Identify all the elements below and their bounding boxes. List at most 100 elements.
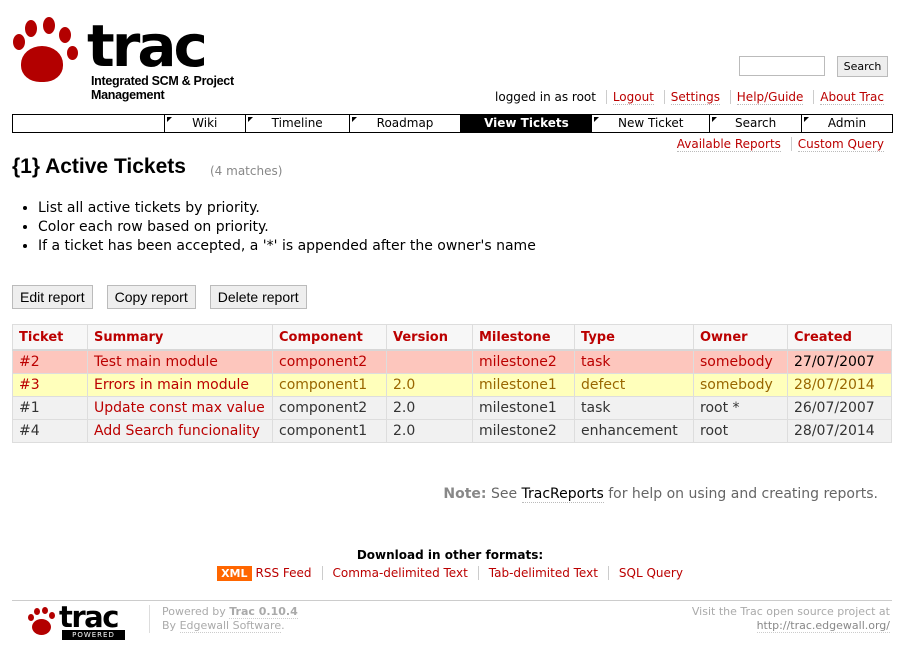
- footer-trac-logo[interactable]: trac POWERED: [28, 600, 128, 640]
- tab-view-tickets[interactable]: View Tickets: [461, 115, 593, 132]
- tab-wiki[interactable]: Wiki: [165, 115, 246, 132]
- ticket-version: 2.0: [386, 396, 473, 420]
- about-trac-link[interactable]: About Trac: [820, 90, 884, 105]
- ticket-version: 2.0: [386, 373, 473, 397]
- ticket-type: enhancement: [574, 419, 694, 443]
- paw-icon: [28, 606, 58, 638]
- note-label: Note:: [443, 486, 487, 502]
- ticket-summary-link[interactable]: Test main module: [94, 354, 218, 370]
- ticket-id-link[interactable]: #4: [19, 423, 40, 439]
- column-header-owner[interactable]: Owner: [693, 324, 788, 351]
- rss-feed-link[interactable]: RSS Feed: [256, 566, 312, 580]
- xml-badge: XML: [217, 566, 252, 581]
- ticket-id-link[interactable]: #2: [19, 354, 40, 370]
- column-header-type[interactable]: Type: [574, 324, 694, 351]
- ticket-component: component2: [272, 396, 387, 420]
- alternate-formats: Download in other formats: XML RSS Feed Co…: [0, 548, 900, 581]
- delete-report-button[interactable]: Delete report: [209, 285, 307, 309]
- tsv-link[interactable]: Tab-delimited Text: [489, 566, 598, 580]
- ticket-milestone: milestone1: [472, 373, 575, 397]
- ticket-milestone: milestone2: [472, 419, 575, 443]
- ticket-summary-link[interactable]: Update const max value: [94, 400, 265, 416]
- ticket-created: 26/07/2007: [787, 396, 892, 420]
- logo-wordmark: trac: [87, 12, 208, 80]
- ticket-id-link[interactable]: #3: [19, 377, 40, 393]
- by-text: By: [162, 619, 177, 632]
- ticket-component: component1: [272, 419, 387, 443]
- tab-timeline[interactable]: Timeline: [246, 115, 350, 132]
- table-row: #3 Errors in main module component1 2.0 …: [12, 373, 892, 397]
- description-item: Color each row based on priority.: [38, 218, 536, 237]
- column-header-version[interactable]: Version: [386, 324, 473, 351]
- ticket-created: 28/07/2014: [787, 419, 892, 443]
- main-nav-spacer: [13, 115, 165, 132]
- logo-tagline: Integrated SCM & Project Management: [91, 74, 234, 102]
- ticket-version: [386, 349, 473, 374]
- search-button[interactable]: Search: [837, 56, 888, 77]
- main-navigation: Wiki Timeline Roadmap View Tickets New T…: [12, 114, 893, 133]
- context-navigation: Available Reports Custom Query: [671, 137, 884, 152]
- ticket-id-link[interactable]: #1: [19, 400, 40, 416]
- ticket-created: 28/07/2014: [787, 373, 892, 397]
- tab-new-ticket[interactable]: New Ticket: [592, 115, 711, 132]
- help-guide-link[interactable]: Help/Guide: [736, 90, 804, 105]
- ticket-type: task: [574, 349, 694, 374]
- footer-visit: Visit the Trac open source project at ht…: [692, 605, 890, 633]
- logged-in-status: logged in as root: [495, 90, 596, 104]
- column-header-component[interactable]: Component: [272, 324, 387, 351]
- visit-text: Visit the Trac open source project at: [691, 605, 890, 618]
- ticket-summary-link[interactable]: Errors in main module: [94, 377, 249, 393]
- table-row: #1 Update const max value component2 2.0…: [12, 396, 892, 420]
- edit-report-button[interactable]: Edit report: [12, 285, 93, 309]
- note-prefix: See: [490, 486, 518, 502]
- report-actions: Edit report Copy report Delete report: [12, 285, 307, 309]
- table-row: #4 Add Search funcionality component1 2.…: [12, 419, 892, 443]
- settings-link[interactable]: Settings: [670, 90, 720, 105]
- ticket-version: 2.0: [386, 419, 473, 443]
- description-item: If a ticket has been accepted, a '*' is …: [38, 237, 536, 256]
- column-header-summary[interactable]: Summary: [87, 324, 273, 351]
- column-header-ticket[interactable]: Ticket: [12, 324, 88, 351]
- footer-divider: [12, 600, 892, 601]
- trac-reports-link[interactable]: TracReports: [521, 486, 604, 503]
- logout-link[interactable]: Logout: [612, 90, 654, 105]
- table-header-row: Ticket Summary Component Version Milesto…: [12, 324, 892, 351]
- column-header-created[interactable]: Created: [787, 324, 892, 351]
- ticket-summary-link[interactable]: Add Search funcionality: [94, 423, 260, 439]
- trac-project-url-link[interactable]: http://trac.edgewall.org/: [756, 619, 890, 633]
- ticket-owner: somebody: [693, 373, 788, 397]
- csv-link[interactable]: Comma-delimited Text: [333, 566, 468, 580]
- ticket-created: 27/07/2007: [787, 349, 892, 374]
- match-count: (4 matches): [210, 164, 283, 178]
- table-row: #2 Test main module component2 milestone…: [12, 349, 892, 374]
- column-header-milestone[interactable]: Milestone: [472, 324, 575, 351]
- trac-version-link[interactable]: Trac 0.10.4: [229, 605, 298, 619]
- report-description: List all active tickets by priority. Col…: [20, 199, 536, 256]
- ticket-component: component2: [272, 349, 387, 374]
- powered-by-text: Powered by: [162, 605, 226, 618]
- footer-wordmark: trac: [59, 600, 119, 634]
- powered-badge: POWERED: [62, 630, 125, 640]
- tickets-table: Ticket Summary Component Version Milesto…: [12, 324, 892, 443]
- custom-query-link[interactable]: Custom Query: [797, 137, 884, 152]
- search-input[interactable]: [739, 56, 825, 76]
- sql-query-link[interactable]: SQL Query: [619, 566, 683, 580]
- ticket-milestone: milestone1: [472, 396, 575, 420]
- ticket-component: component1: [272, 373, 387, 397]
- help-note: Note: See TracReports for help on using …: [443, 486, 878, 503]
- description-item: List all active tickets by priority.: [38, 199, 536, 218]
- meta-navigation: logged in as root Logout Settings Help/G…: [495, 90, 884, 105]
- edgewall-link[interactable]: Edgewall Software: [179, 619, 282, 633]
- ticket-milestone: milestone2: [472, 349, 575, 374]
- ticket-type: task: [574, 396, 694, 420]
- tab-admin[interactable]: Admin: [802, 115, 892, 132]
- tab-roadmap[interactable]: Roadmap: [350, 115, 462, 132]
- ticket-owner: somebody: [693, 349, 788, 374]
- copy-report-button[interactable]: Copy report: [106, 285, 196, 309]
- alternate-formats-title: Download in other formats:: [356, 548, 544, 562]
- paw-icon: [13, 14, 79, 90]
- trac-logo[interactable]: trac Integrated SCM & Project Management: [13, 12, 293, 102]
- ticket-owner: root: [693, 419, 788, 443]
- tab-search[interactable]: Search: [710, 115, 803, 132]
- available-reports-link[interactable]: Available Reports: [676, 137, 781, 152]
